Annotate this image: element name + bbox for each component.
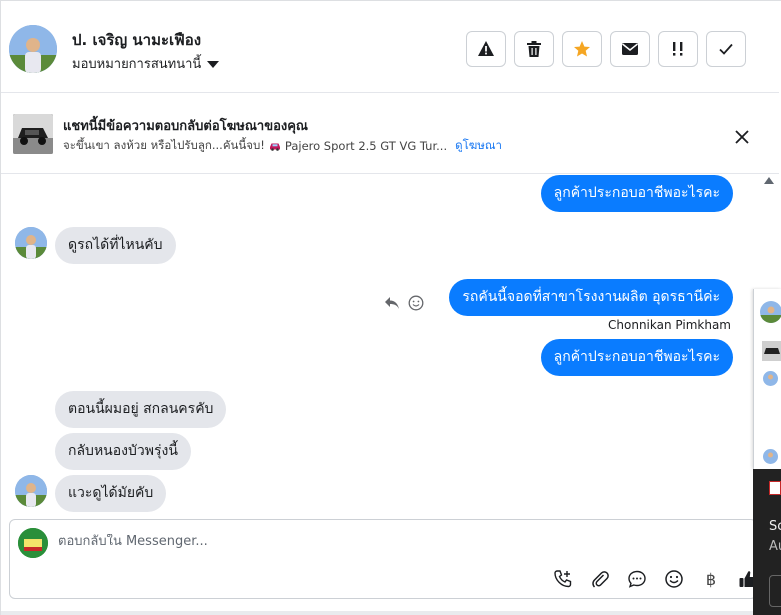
- warning-icon: [478, 41, 494, 56]
- ad-reply-banner: แชทนี้มีข้อความตอบกลับต่อโฆษณาของคุณ จะข…: [1, 94, 779, 174]
- popup-text-line2: Au: [769, 539, 781, 554]
- message-incoming[interactable]: ตอนนี้ผมอยู่ สกลนครคับ: [55, 391, 227, 428]
- mark-done-button[interactable]: [706, 31, 746, 67]
- reply-composer: ฿: [9, 519, 757, 599]
- popup-text-line1: Sc: [769, 519, 781, 534]
- conversation-header: ป. เจริญ นามะเฟือง มอบหมายการสนทนานี้: [1, 5, 779, 93]
- ad-product: Pajero Sport 2.5 GT VG Tur...: [284, 139, 448, 153]
- reply-icon[interactable]: [384, 296, 400, 310]
- side-conversation-list: [753, 289, 781, 469]
- assign-conversation-dropdown[interactable]: มอบหมายการสนทนานี้: [72, 53, 220, 74]
- ad-banner-title: แชทนี้มีข้อความตอบกลับต่อโฆษณาของคุณ: [63, 119, 308, 134]
- ad-text: จะขึ้นเขา ลงห้วย หรือไปรับลูก...คันนี้จบ…: [63, 138, 265, 152]
- list-item-avatar[interactable]: [763, 371, 778, 386]
- ad-banner-subtitle: จะขึ้นเขา ลงห้วย หรือไปรับลูก...คันนี้จบ…: [63, 137, 502, 155]
- popup-button[interactable]: [769, 575, 781, 607]
- call-button[interactable]: [552, 568, 574, 590]
- contact-avatar[interactable]: [9, 25, 57, 73]
- page-avatar: [18, 528, 48, 558]
- message-incoming[interactable]: ดูรถได้ที่ไหนคับ: [55, 227, 176, 264]
- attach-button[interactable]: [589, 568, 611, 590]
- list-item-avatar[interactable]: [763, 449, 778, 464]
- message-outgoing[interactable]: ลูกค้าประกอบอาชีพอะไรคะ: [540, 339, 733, 376]
- car-icon: [269, 143, 280, 151]
- delete-button[interactable]: [514, 31, 554, 67]
- messenger-inbox: ป. เจริญ นามะเฟือง มอบหมายการสนทนานี้ แช…: [0, 0, 781, 615]
- trash-icon: [527, 41, 541, 57]
- conversation-actions: [466, 31, 746, 67]
- call-icon: [554, 570, 572, 588]
- sender-name: Chonnikan Pimkham: [608, 318, 731, 332]
- envelope-icon: [622, 43, 638, 55]
- saved-replies-icon: [628, 570, 646, 588]
- view-ad-link[interactable]: ดูโฆษณา: [455, 137, 502, 155]
- scroll-up-arrow-icon[interactable]: [764, 177, 774, 184]
- star-button[interactable]: [562, 31, 602, 67]
- reply-input[interactable]: [58, 534, 658, 549]
- follow-up-button[interactable]: [658, 31, 698, 67]
- document-icon: [769, 481, 781, 495]
- close-banner-button[interactable]: [729, 124, 755, 150]
- composer-toolbar: ฿: [552, 568, 759, 590]
- emoji-button[interactable]: [663, 568, 685, 590]
- contact-avatar-small: [15, 227, 47, 259]
- emoji-icon: [665, 570, 683, 588]
- contact-avatar-small: [15, 475, 47, 507]
- ad-thumbnail-small[interactable]: [762, 341, 781, 361]
- exclamation-icon: [673, 42, 683, 56]
- list-item-avatar[interactable]: [760, 301, 781, 323]
- ad-thumbnail[interactable]: [13, 114, 53, 154]
- message-incoming[interactable]: กลับหนองบัวพรุ่งนี้: [55, 433, 191, 470]
- message-incoming[interactable]: แวะดูได้มัยคับ: [55, 475, 167, 512]
- check-icon: [719, 43, 733, 55]
- attach-icon: [592, 571, 609, 588]
- message-thread[interactable]: ลูกค้าประกอบอาชีพอะไรคะ ดูรถได้ที่ไหนคับ…: [1, 175, 761, 515]
- message-outgoing[interactable]: รถคันนี้จอดที่สาขาโรงงานผลิต อุดรธานีค่ะ: [449, 279, 733, 316]
- assign-label: มอบหมายการสนทนานี้: [72, 57, 202, 72]
- contact-name[interactable]: ป. เจริญ นามะเฟือง: [72, 28, 201, 52]
- message-hover-tools: [384, 295, 424, 311]
- mark-unread-button[interactable]: [610, 31, 650, 67]
- bottom-divider: [1, 611, 781, 615]
- spam-button[interactable]: [466, 31, 506, 67]
- message-outgoing[interactable]: ลูกค้าประกอบอาชีพอะไรคะ: [540, 175, 733, 212]
- caret-down-icon: [207, 61, 220, 68]
- saved-replies-button[interactable]: [626, 568, 648, 590]
- close-icon: [735, 130, 749, 144]
- baht-icon[interactable]: ฿: [700, 568, 722, 590]
- react-emoji-icon[interactable]: [408, 295, 424, 311]
- side-popup: Sc Au: [753, 469, 781, 615]
- star-icon: [574, 41, 590, 57]
